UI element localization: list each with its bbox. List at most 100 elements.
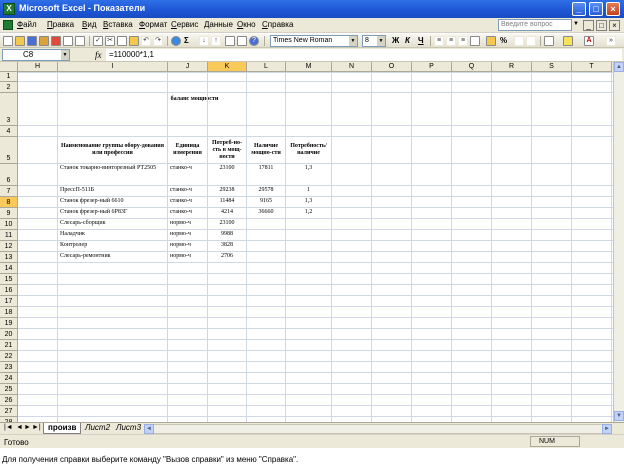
table-cell[interactable]: 9988 — [207, 229, 247, 241]
menu-insert[interactable]: Вставка — [103, 20, 133, 29]
doc-restore-button[interactable]: □ — [596, 20, 607, 31]
row-header-12[interactable]: 12 — [0, 241, 18, 252]
row-header-20[interactable]: 20 — [0, 329, 18, 340]
scroll-right-icon[interactable]: ► — [602, 424, 612, 434]
italic-button[interactable]: К — [405, 36, 410, 45]
table-cell[interactable] — [246, 240, 286, 252]
table-cell[interactable] — [285, 218, 332, 230]
scroll-down-icon[interactable]: ▼ — [614, 411, 624, 421]
column-header-o[interactable]: O — [372, 62, 412, 72]
bold-button[interactable]: Ж — [392, 36, 399, 45]
row-header-18[interactable]: 18 — [0, 307, 18, 318]
table-cell[interactable]: 23100 — [207, 163, 247, 186]
underline-button[interactable]: Ч — [418, 36, 424, 45]
percent-button[interactable]: % — [500, 36, 507, 45]
close-button[interactable]: × — [606, 2, 620, 16]
row-header-6[interactable]: 6 — [0, 164, 18, 186]
menu-file[interactable]: Файл — [17, 20, 37, 29]
toolbar-options-icon[interactable]: » — [606, 36, 616, 46]
table-cell[interactable]: 1,2 — [285, 207, 332, 219]
chevron-down-icon[interactable]: ▼ — [349, 36, 357, 46]
paste-icon[interactable] — [129, 36, 139, 46]
menu-format[interactable]: Формат — [139, 20, 167, 29]
table-cell[interactable]: станко-ч — [167, 196, 208, 208]
row-header-1[interactable]: 1 — [0, 72, 18, 82]
table-cell[interactable]: нормо-ч — [167, 240, 208, 252]
scroll-up-icon[interactable]: ▲ — [614, 62, 624, 72]
menu-view[interactable]: Вид — [82, 20, 96, 29]
table-cell[interactable]: Станок фрезер-ный 6610 — [57, 196, 168, 208]
column-header-cell[interactable]: Наличие мощно-сти — [246, 136, 286, 164]
row-header-9[interactable]: 9 — [0, 208, 18, 219]
fx-icon[interactable]: fx — [95, 50, 102, 60]
table-cell[interactable]: станко-ч — [167, 163, 208, 186]
align-right-icon[interactable]: ≡ — [458, 36, 468, 46]
table-cell[interactable]: Станок фрезер-ный 6Р83Г — [57, 207, 168, 219]
column-header-j[interactable]: J — [168, 62, 208, 72]
row-header-26[interactable]: 26 — [0, 395, 18, 406]
column-header-t[interactable]: T — [572, 62, 612, 72]
table-cell[interactable]: станко-ч — [167, 207, 208, 219]
excel-icon[interactable]: X — [3, 3, 15, 15]
table-cell[interactable]: 1,3 — [285, 163, 332, 186]
formula-input[interactable]: =110000*1,1 — [106, 49, 622, 61]
sheet-tab-proizv[interactable]: произв — [43, 423, 82, 434]
table-cell[interactable]: 23100 — [207, 218, 247, 230]
table-cell[interactable] — [246, 251, 286, 263]
increase-indent-icon[interactable] — [526, 36, 536, 46]
spreadsheet-grid[interactable]: баланс мощности Наименование группы обору… — [18, 72, 613, 422]
copy-icon[interactable] — [117, 36, 127, 46]
row-header-13[interactable]: 13 — [0, 252, 18, 263]
print-icon[interactable] — [63, 36, 73, 46]
help-icon[interactable]: ? — [249, 36, 259, 46]
menu-window[interactable]: Окно — [237, 20, 256, 29]
sheet-tab-list2[interactable]: Лист2 — [81, 423, 114, 434]
row-header-3[interactable]: 3 — [0, 93, 18, 126]
chevron-down-icon[interactable]: ▼ — [573, 21, 579, 27]
name-box[interactable]: C8 ▼ — [2, 49, 70, 61]
hyperlink-icon[interactable] — [171, 36, 181, 46]
permission-icon[interactable] — [39, 36, 49, 46]
column-header-cell[interactable]: Потребность/ наличие — [285, 136, 332, 164]
column-header-m[interactable]: M — [286, 62, 332, 72]
table-cell[interactable]: 1 — [285, 185, 332, 197]
chart-wizard-icon[interactable] — [225, 36, 235, 46]
font-size-select[interactable]: 8 ▼ — [362, 35, 386, 47]
table-cell[interactable] — [285, 251, 332, 263]
table-cell[interactable] — [246, 218, 286, 230]
row-header-15[interactable]: 15 — [0, 274, 18, 285]
drawing-icon[interactable] — [237, 36, 247, 46]
column-header-cell[interactable]: Потреб-но-сть в мощ-ности — [207, 136, 247, 164]
table-cell[interactable]: Контролер — [57, 240, 168, 252]
table-cell[interactable]: нормо-ч — [167, 251, 208, 263]
help-question-input[interactable]: Введите вопрос — [498, 19, 572, 31]
cut-icon[interactable]: ✂ — [105, 36, 115, 46]
row-header-11[interactable]: 11 — [0, 230, 18, 241]
document-icon[interactable] — [3, 20, 13, 30]
column-header-n[interactable]: N — [332, 62, 372, 72]
doc-close-button[interactable]: × — [609, 20, 620, 31]
row-header-21[interactable]: 21 — [0, 340, 18, 351]
first-sheet-icon[interactable]: |◄ — [4, 424, 13, 431]
last-sheet-icon[interactable]: ►| — [32, 424, 41, 431]
table-cell[interactable]: Наладчик — [57, 229, 168, 241]
column-header-s[interactable]: S — [532, 62, 572, 72]
save-icon[interactable] — [27, 36, 37, 46]
email-icon[interactable] — [51, 36, 61, 46]
row-header-10[interactable]: 10 — [0, 219, 18, 230]
row-header-22[interactable]: 22 — [0, 351, 18, 362]
merge-center-icon[interactable] — [470, 36, 480, 46]
decrease-decimal-icon[interactable] — [514, 36, 524, 46]
horizontal-scrollbar[interactable]: ◄ ► — [144, 424, 612, 434]
fill-color-icon[interactable] — [563, 36, 573, 46]
menu-tools[interactable]: Сервис — [171, 20, 198, 29]
row-header-27[interactable]: 27 — [0, 406, 18, 417]
sheet-tab-list3[interactable]: Лист3 — [112, 423, 145, 434]
row-header-16[interactable]: 16 — [0, 285, 18, 296]
table-cell[interactable] — [285, 229, 332, 241]
column-header-p[interactable]: P — [412, 62, 452, 72]
table-cell[interactable]: 17811 — [246, 163, 286, 186]
row-header-19[interactable]: 19 — [0, 318, 18, 329]
table-cell[interactable]: 9165 — [246, 196, 286, 208]
table-cell[interactable]: 36660 — [246, 207, 286, 219]
